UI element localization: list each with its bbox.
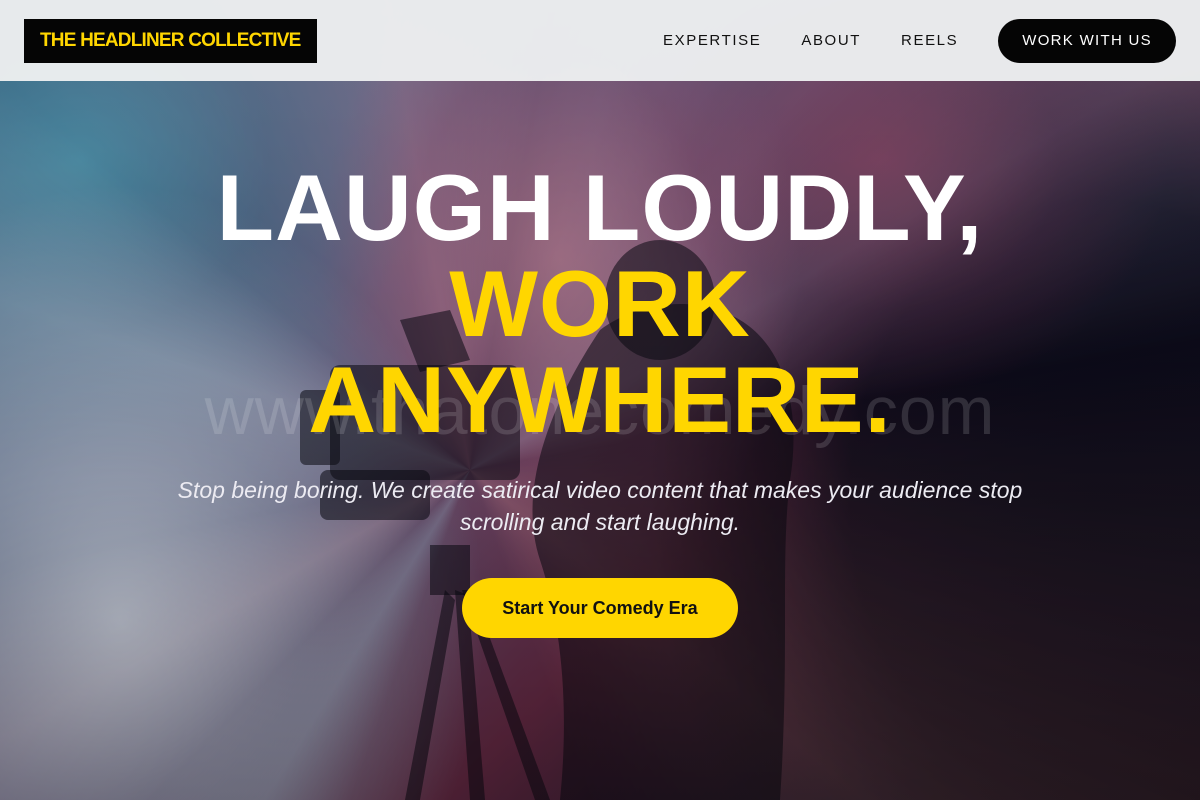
site-header: THE HEADLINER COLLECTIVE EXPERTISE ABOUT… bbox=[0, 0, 1200, 81]
headline-line-3: ANYWHERE. bbox=[308, 347, 892, 452]
main-nav: EXPERTISE ABOUT REELS WORK WITH US bbox=[663, 18, 1176, 63]
hero-subtitle: Stop being boring. We create satirical v… bbox=[177, 477, 1023, 535]
headline-line-1: LAUGH LOUDLY, bbox=[216, 155, 984, 260]
hero-headline: LAUGH LOUDLY, WORK ANYWHERE. bbox=[0, 160, 1200, 448]
work-with-us-button[interactable]: WORK WITH US bbox=[998, 18, 1176, 63]
headline-line-2: WORK bbox=[449, 251, 751, 356]
nav-link-about[interactable]: ABOUT bbox=[801, 32, 861, 49]
site-logo[interactable]: THE HEADLINER COLLECTIVE bbox=[24, 18, 317, 63]
nav-link-reels[interactable]: REELS bbox=[901, 32, 958, 49]
nav-link-expertise[interactable]: EXPERTISE bbox=[663, 32, 761, 49]
start-comedy-era-button[interactable]: Start Your Comedy Era bbox=[462, 578, 738, 638]
